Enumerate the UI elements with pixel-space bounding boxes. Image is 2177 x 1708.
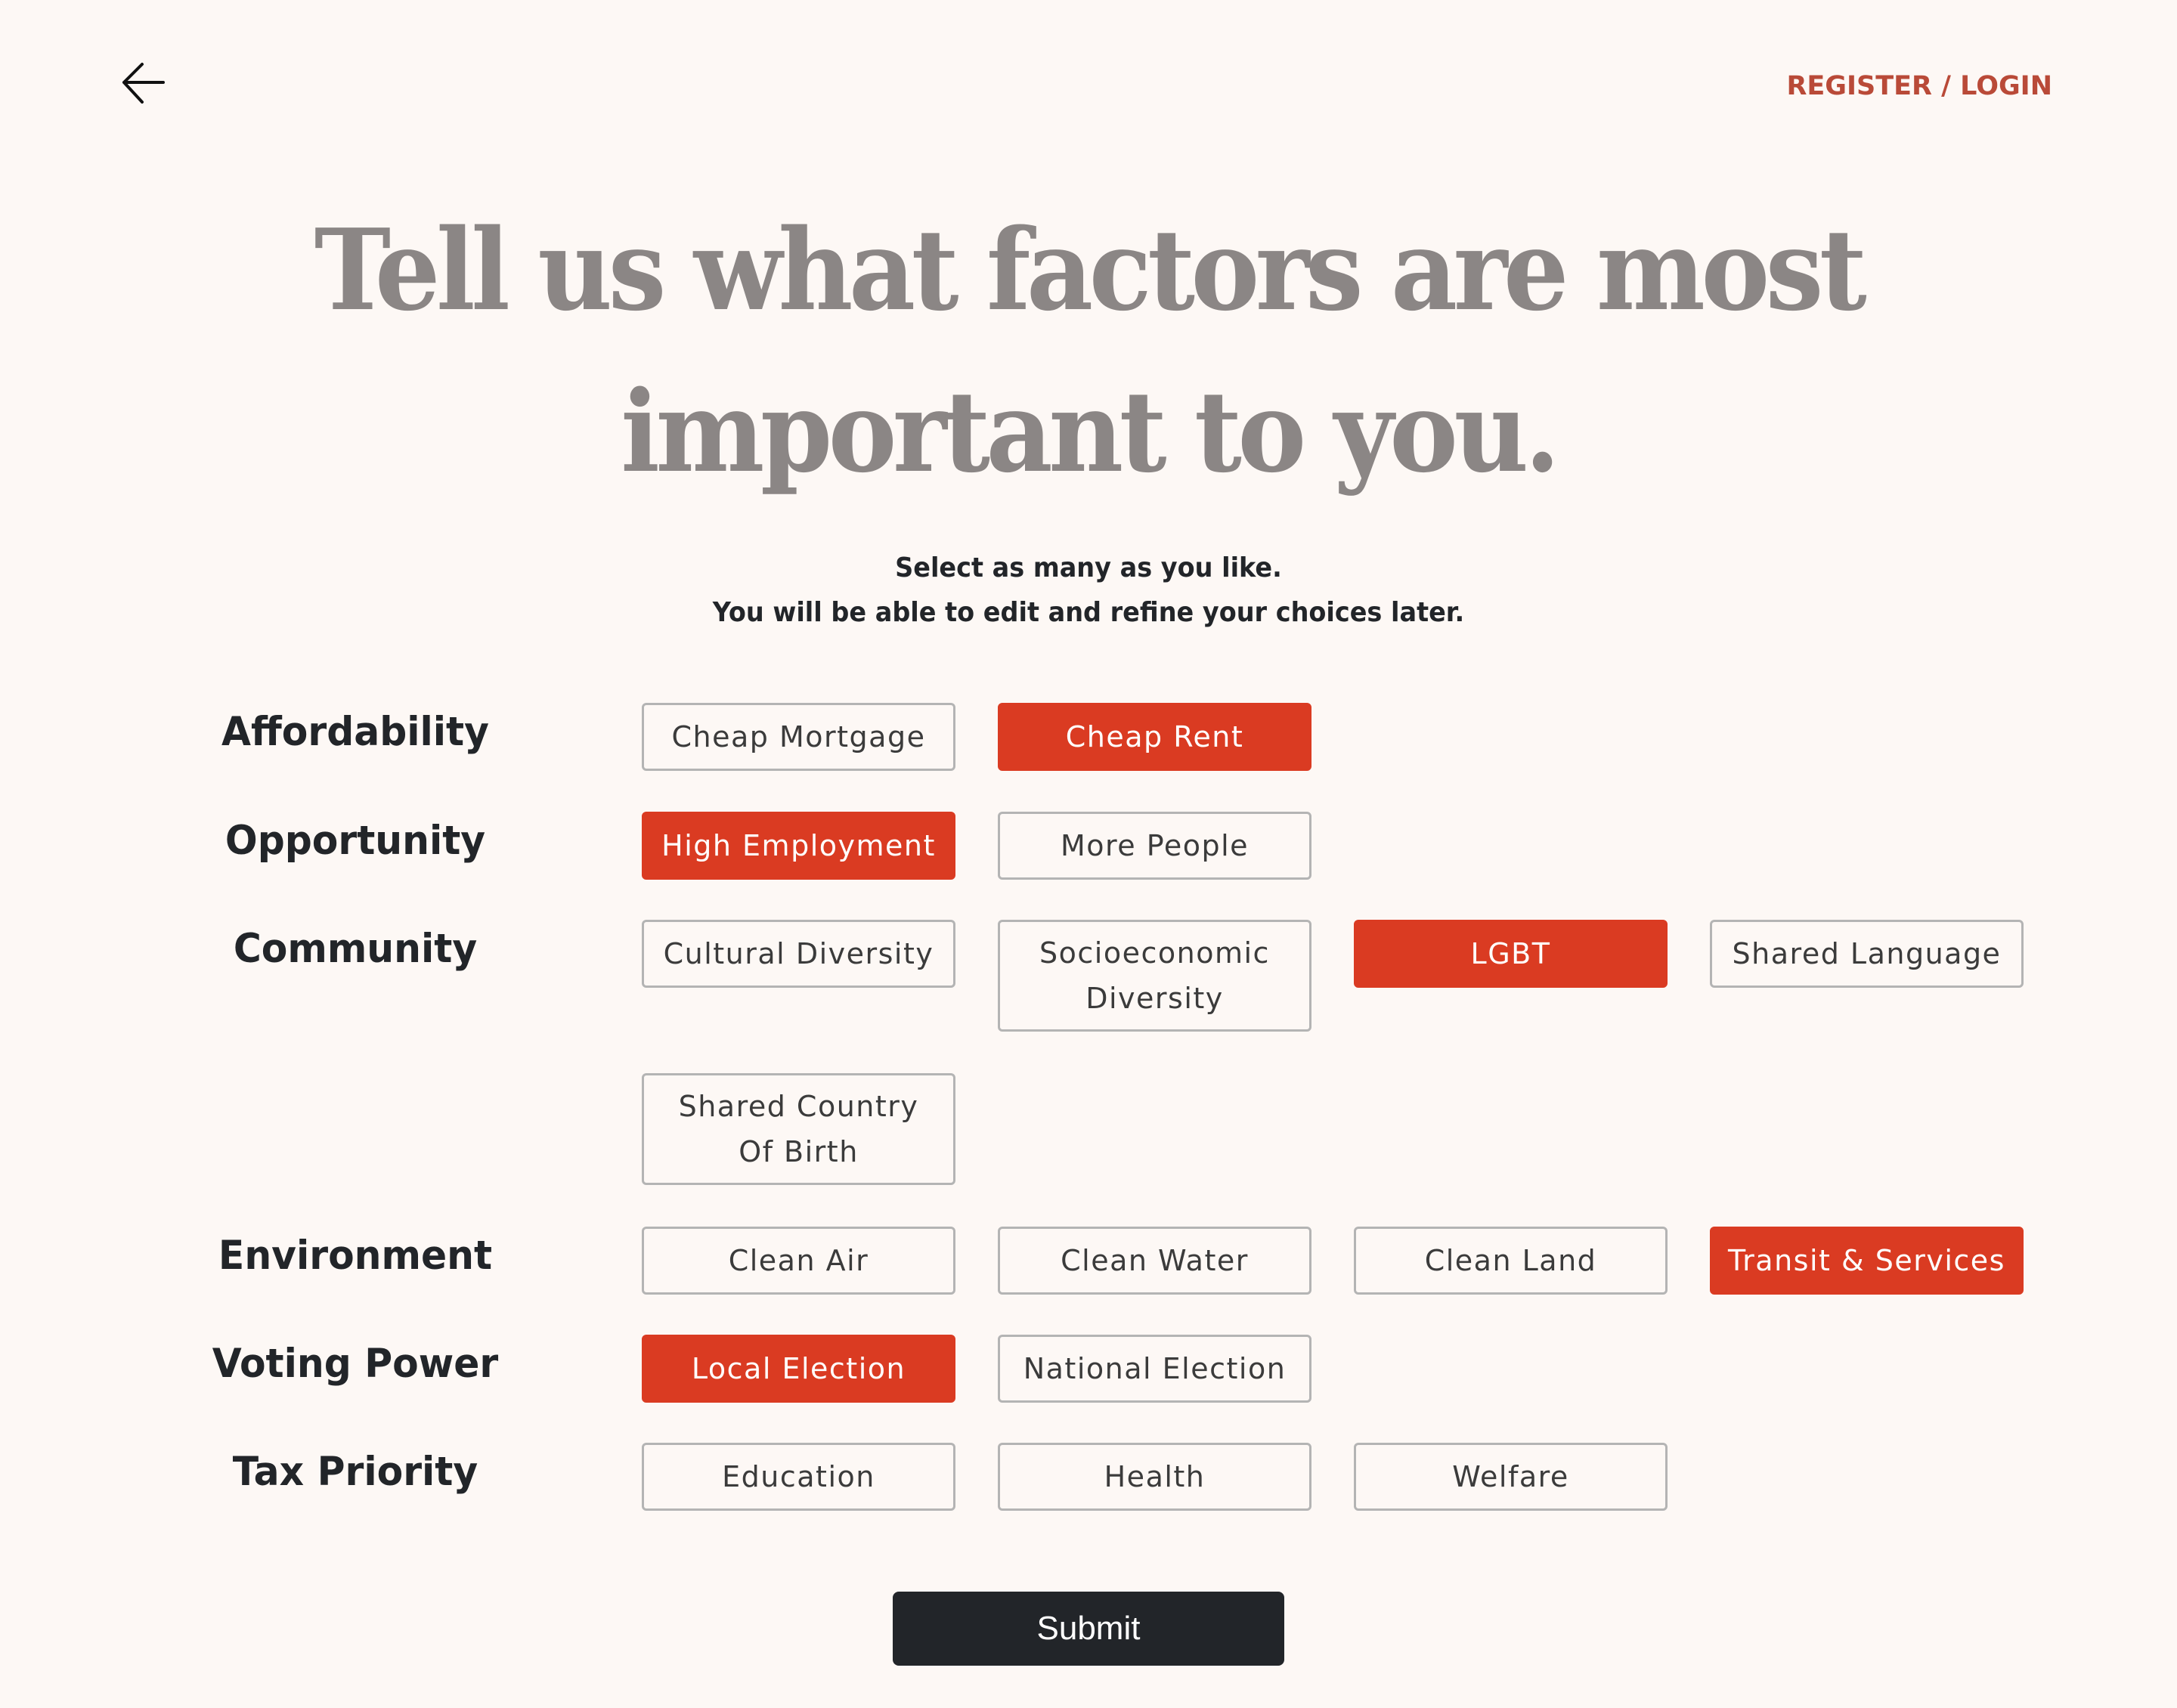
chip-clean-water[interactable]: Clean Water	[998, 1227, 1311, 1295]
back-button[interactable]	[118, 57, 171, 110]
chip-cultural-diversity[interactable]: Cultural Diversity	[642, 920, 955, 988]
register-login-link[interactable]: REGISTER / LOGIN	[1786, 71, 2052, 101]
chip-more-people[interactable]: More People	[998, 812, 1311, 880]
instructions-line-1: Select as many as you like.	[895, 552, 1282, 583]
category-label: Community	[233, 926, 478, 972]
chip-clean-air[interactable]: Clean Air	[642, 1227, 955, 1295]
chip-health[interactable]: Health	[998, 1443, 1311, 1511]
instructions-line-2: You will be able to edit and refine your…	[712, 597, 1465, 628]
page-title-line-2: important to you.	[621, 366, 1560, 497]
chip-clean-land[interactable]: Clean Land	[1354, 1227, 1668, 1295]
page-title-line-1: Tell us what factors are most	[314, 204, 1867, 336]
arrow-left-icon	[122, 63, 165, 104]
chip-shared-country-of-birth[interactable]: Shared Country Of Birth	[642, 1073, 955, 1185]
chip-lgbt[interactable]: LGBT	[1354, 920, 1668, 988]
category-label: Opportunity	[225, 818, 486, 864]
chip-high-employment[interactable]: High Employment	[642, 812, 955, 880]
chip-socioeconomic-diversity[interactable]: Socioeconomic Diversity	[998, 920, 1311, 1032]
category-label: Environment	[218, 1233, 493, 1279]
chip-education[interactable]: Education	[642, 1443, 955, 1511]
chip-welfare[interactable]: Welfare	[1354, 1443, 1668, 1511]
chip-local-election[interactable]: Local Election	[642, 1335, 955, 1403]
chip-shared-language[interactable]: Shared Language	[1710, 920, 2024, 988]
chip-national-election[interactable]: National Election	[998, 1335, 1311, 1403]
submit-button[interactable]: Submit	[893, 1592, 1284, 1666]
category-label: Tax Priority	[232, 1449, 478, 1495]
chip-cheap-mortgage[interactable]: Cheap Mortgage	[642, 703, 955, 771]
category-label: Voting Power	[212, 1341, 499, 1387]
chip-transit-services[interactable]: Transit & Services	[1710, 1227, 2024, 1295]
category-label: Affordability	[221, 709, 489, 755]
page-title: Tell us what factors are most important …	[87, 189, 2090, 512]
chip-cheap-rent[interactable]: Cheap Rent	[998, 703, 1311, 771]
instructions: Select as many as you like. You will be …	[0, 546, 2177, 635]
